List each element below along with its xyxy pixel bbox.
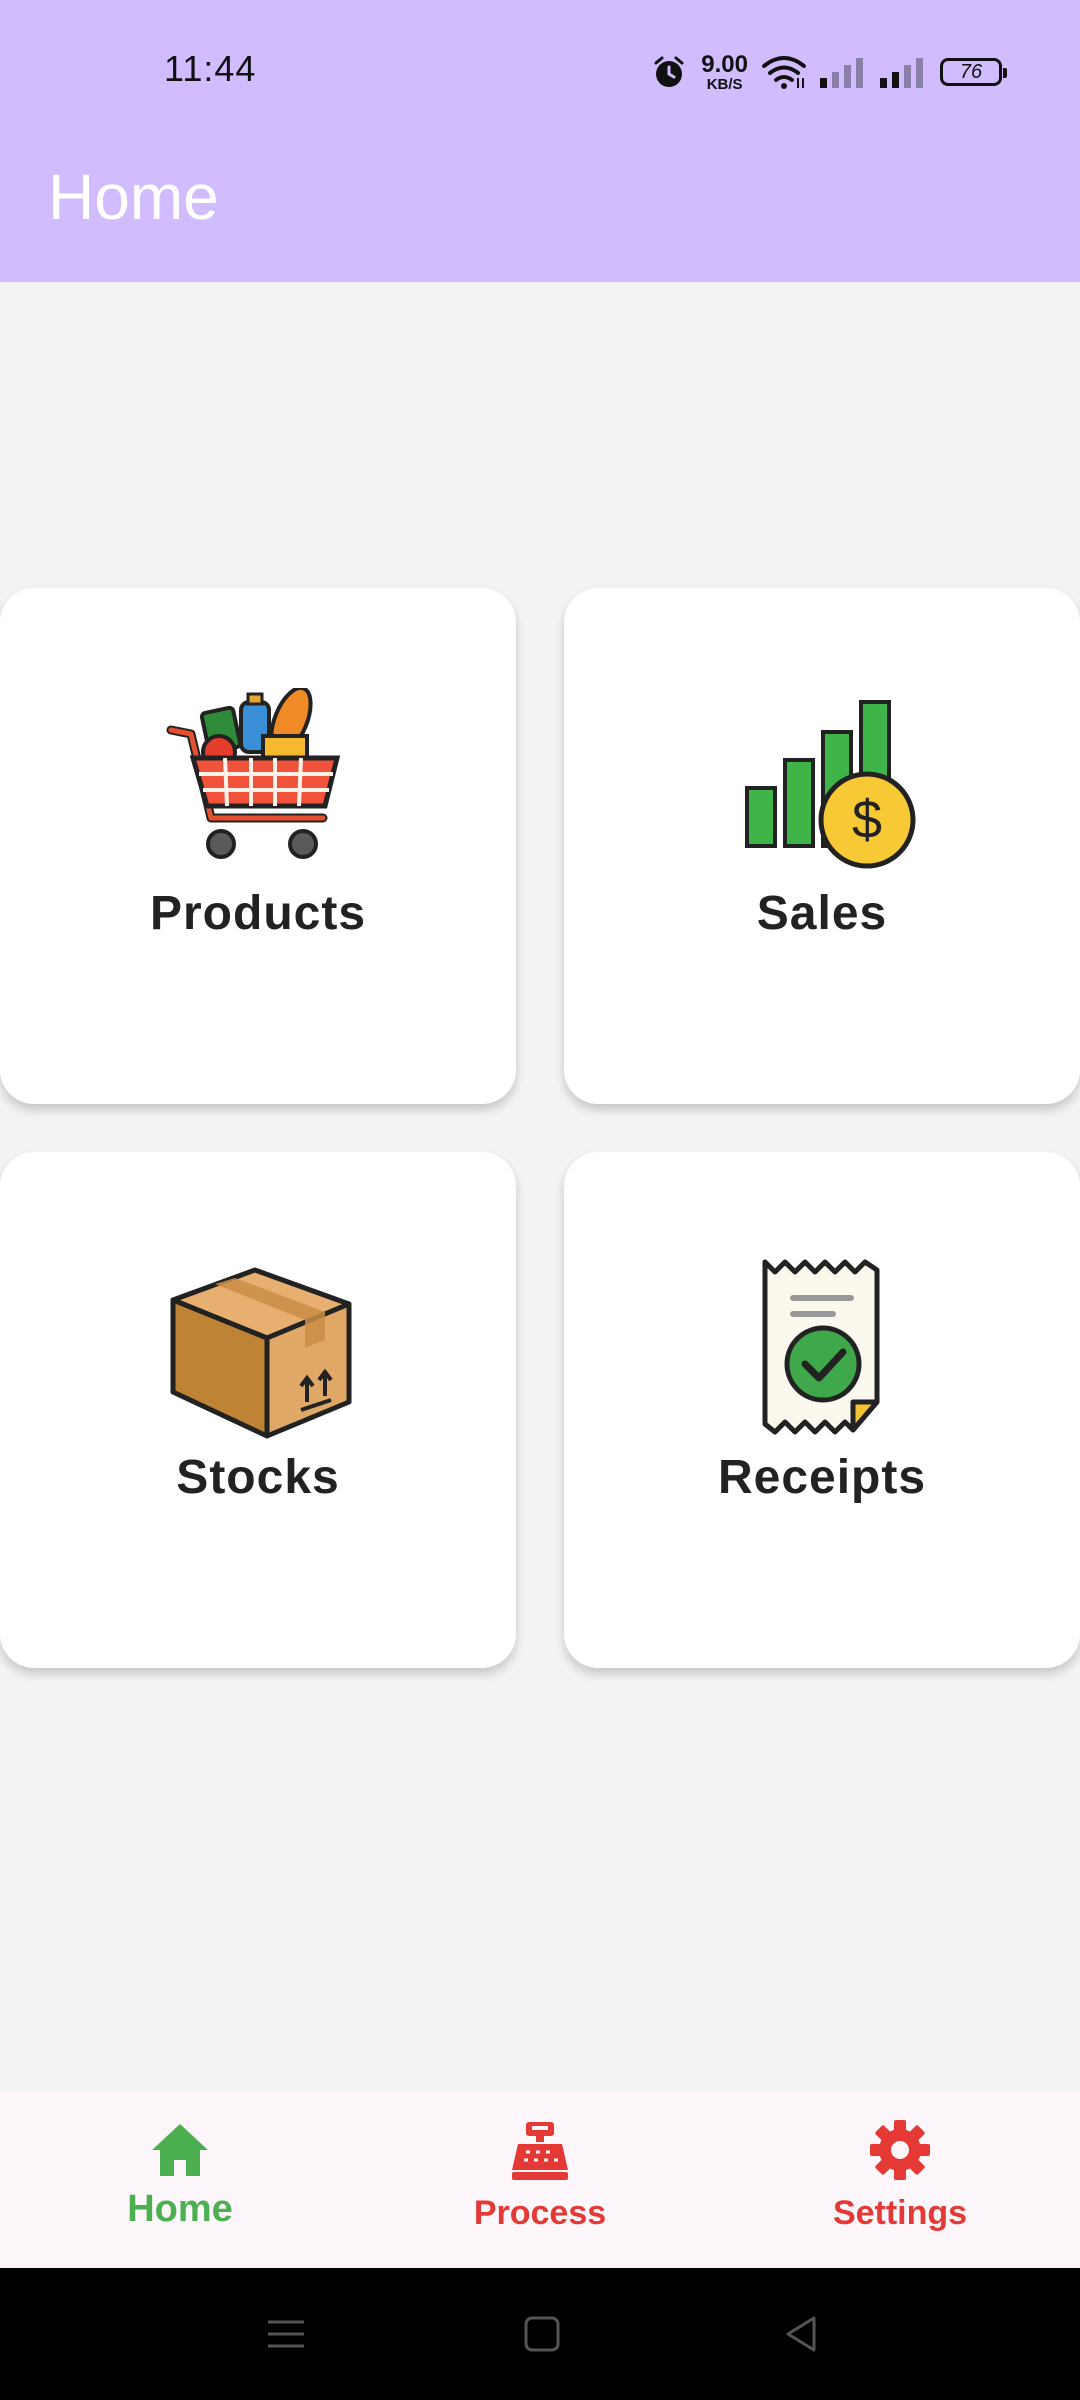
back-icon[interactable] (778, 2310, 826, 2358)
products-label: Products (149, 887, 367, 940)
page-title: Home (48, 161, 219, 233)
status-bar: 11:44 9.00 KB/S 76 (0, 0, 1080, 144)
gear-icon (870, 2120, 930, 2180)
nav-settings-label: Settings (832, 2194, 968, 2232)
wifi-icon (762, 56, 806, 89)
nav-home[interactable]: Home (0, 2092, 360, 2268)
shopping-cart-icon (166, 688, 341, 859)
nav-process-label: Process (473, 2194, 607, 2232)
stocks-label: Stocks (176, 1451, 340, 1504)
sales-label: Sales (756, 887, 888, 940)
status-icons: 9.00 KB/S 76 (651, 50, 1007, 93)
bottom-navigation: Home Process Settings (0, 2092, 1080, 2268)
box-icon (170, 1267, 352, 1439)
battery-icon: 76 (940, 58, 1007, 86)
home-icon (152, 2124, 208, 2176)
network-speed-value: 9.00 (701, 50, 748, 78)
products-card[interactable]: Products (0, 588, 516, 1104)
svg-text:$: $ (852, 790, 882, 850)
signal-icon-sim2 (880, 58, 923, 88)
receipts-label: Receipts (717, 1451, 927, 1504)
sales-card[interactable]: $ Sales (564, 588, 1080, 1104)
nav-process[interactable]: Process (360, 2092, 720, 2268)
receipt-icon (762, 1259, 880, 1435)
status-time: 11:44 (164, 48, 257, 89)
alarm-icon (654, 56, 684, 87)
stocks-card[interactable]: Stocks (0, 1152, 516, 1668)
app-header: 11:44 9.00 KB/S 76 Home (0, 0, 1080, 282)
receipts-card[interactable]: Receipts (564, 1152, 1080, 1668)
network-speed-unit: KB/S (706, 75, 743, 93)
sales-chart-icon: $ (745, 700, 916, 869)
nav-settings[interactable]: Settings (720, 2092, 1080, 2268)
nav-home-label: Home (127, 2188, 233, 2230)
cash-register-icon (512, 2122, 568, 2180)
menu-icon[interactable] (262, 2310, 310, 2358)
home-button-icon[interactable] (518, 2310, 566, 2358)
network-speed: 9.00 KB/S (701, 50, 748, 93)
battery-level: 76 (959, 60, 983, 83)
signal-icon-sim1 (820, 58, 863, 88)
